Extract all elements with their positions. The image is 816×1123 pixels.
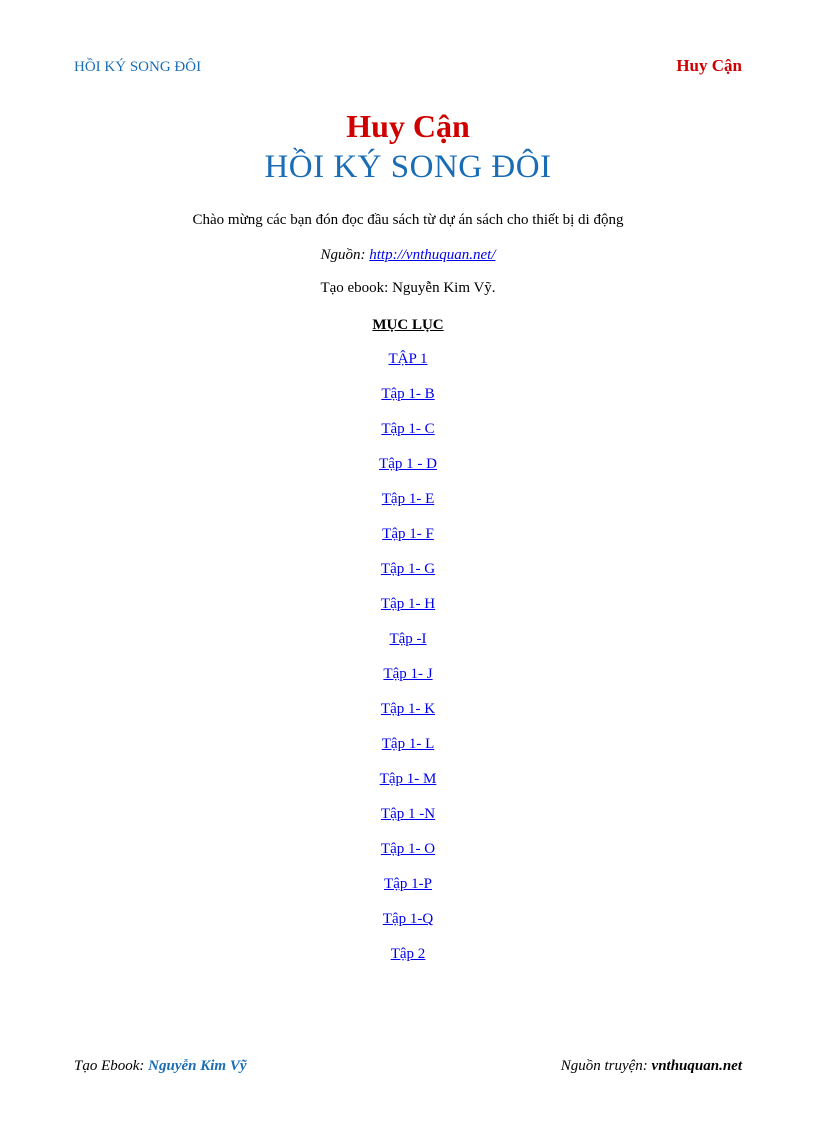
footer-right-site: vnthuquan.net [652,1058,742,1074]
footer-left-label: Tạo Ebook: [74,1058,148,1074]
footer-right: Nguồn truyện: vnthuquan.net [561,1058,742,1075]
toc-link[interactable]: Tập 1- O [381,841,435,857]
page-footer: Tạo Ebook: Nguyễn Kim Vỹ Nguồn truyện: v… [74,1058,742,1075]
toc-link[interactable]: Tập -I [389,631,426,647]
header-title-left: HỒI KÝ SONG ĐÔI [74,59,201,76]
toc-item: Tập 1- H [74,595,742,613]
toc-link[interactable]: Tập 1- F [382,526,434,542]
toc-item: Tập 1- F [74,525,742,543]
toc-item: Tập 1- K [74,700,742,718]
footer-left: Tạo Ebook: Nguyễn Kim Vỹ [74,1058,247,1075]
toc-list: TẬP 1 Tập 1- B Tập 1- C Tập 1 - D Tập 1-… [74,350,742,963]
toc-link[interactable]: Tập 2 [391,946,426,962]
toc-link[interactable]: Tập 1- H [381,596,435,612]
toc-item: Tập 1- B [74,385,742,403]
toc-link[interactable]: Tập 1- M [380,771,437,787]
toc-item: TẬP 1 [74,350,742,368]
title-author: Huy Cận [74,108,742,145]
page-header: HỒI KÝ SONG ĐÔI Huy Cận [74,56,742,76]
toc-item: Tập 1- L [74,735,742,753]
intro-text: Chào mừng các bạn đón đọc đầu sách từ dự… [74,212,742,229]
toc-link[interactable]: Tập 1- E [382,491,434,507]
toc-item: Tập 1- O [74,840,742,858]
toc-item: Tập 1-Q [74,910,742,928]
toc-link[interactable]: Tập 1- K [381,701,435,717]
toc-item: Tập 1 -N [74,805,742,823]
toc-item: Tập 1 - D [74,455,742,473]
toc-link[interactable]: Tập 1 -N [381,806,435,822]
footer-left-name: Nguyễn Kim Vỹ [148,1058,246,1074]
toc-item: Tập 1- E [74,490,742,508]
toc-link[interactable]: TẬP 1 [388,351,427,367]
toc-link[interactable]: Tập 1- G [381,561,435,577]
source-line: Nguồn: http://vnthuquan.net/ [74,247,742,264]
toc-link[interactable]: Tập 1-P [384,876,432,892]
title-main: HỒI KÝ SONG ĐÔI [74,149,742,186]
source-label: Nguồn: [321,247,370,263]
toc-item: Tập 1-P [74,875,742,893]
toc-link[interactable]: Tập 1- C [381,421,434,437]
toc-item: Tập 1- J [74,665,742,683]
toc-link[interactable]: Tập 1-Q [383,911,433,927]
source-link[interactable]: http://vnthuquan.net/ [369,247,495,263]
toc-item: Tập 1- M [74,770,742,788]
toc-item: Tập -I [74,630,742,648]
footer-right-label: Nguồn truyện: [561,1058,652,1074]
toc-link[interactable]: Tập 1 - D [379,456,437,472]
toc-link[interactable]: Tập 1- J [383,666,432,682]
toc-link[interactable]: Tập 1- L [382,736,434,752]
header-author-right: Huy Cận [676,56,742,76]
toc-link[interactable]: Tập 1- B [381,386,434,402]
toc-item: Tập 1- G [74,560,742,578]
toc-heading: MỤC LỤC [74,317,742,334]
ebook-creator: Tạo ebook: Nguyễn Kim Vỹ. [74,280,742,297]
toc-item: Tập 2 [74,945,742,963]
toc-item: Tập 1- C [74,420,742,438]
